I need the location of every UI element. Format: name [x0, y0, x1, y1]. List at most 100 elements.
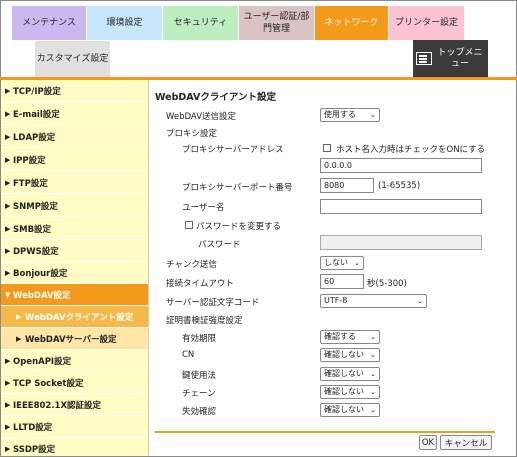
- tab-label: セキュリティ: [173, 18, 228, 28]
- triangle-right-icon: ▶: [5, 132, 11, 141]
- page-title: WebDAVクライアント設定: [155, 92, 276, 103]
- cert-key-usage-label: 鍵使用法: [182, 371, 217, 381]
- hostname-checkbox-label: ホスト名入力時はチェックをONにする: [336, 145, 486, 155]
- sidebar-item-label: SMB設定: [13, 224, 52, 235]
- tab-maintenance[interactable]: メンテナンス: [12, 6, 87, 40]
- triangle-right-icon: ▶: [5, 246, 11, 255]
- change-password-label: パスワードを変更する: [196, 222, 282, 232]
- hostname-checkbox[interactable]: [323, 144, 331, 152]
- sidebar-item-lltd[interactable]: ▶ LLTD設定: [1, 416, 148, 438]
- sidebar-item-ftp[interactable]: ▶ FTP設定: [1, 172, 148, 194]
- timeout-input[interactable]: 60: [320, 274, 364, 289]
- select-value: しない: [324, 258, 348, 267]
- triangle-right-icon: ▶: [5, 378, 11, 387]
- cert-expiry-label: 有効期限: [182, 334, 217, 344]
- tab-environment[interactable]: 環境設定: [87, 6, 163, 40]
- cert-revocation-select[interactable]: 確認しない ⌄: [320, 403, 380, 417]
- sidebar-item-tcpip[interactable]: ▶ TCP/IP設定: [1, 80, 148, 102]
- tab-label: ネットワーク: [324, 18, 379, 28]
- chevron-down-icon: ⌄: [370, 351, 376, 359]
- triangle-right-icon: ▶: [5, 422, 11, 431]
- chevron-down-icon: ⌄: [354, 259, 360, 267]
- chevron-down-icon: ⌄: [417, 297, 423, 305]
- sidebar-item-label: WebDAVサーバー設定: [25, 334, 117, 345]
- cert-cn-select[interactable]: 確認しない ⌄: [320, 348, 380, 362]
- sidebar-item-openapi[interactable]: ▶ OpenAPI設定: [1, 350, 148, 372]
- tab-label: プリンター設定: [394, 18, 458, 28]
- main-panel: WebDAVクライアント設定 WebDAV送信設定 使用する ⌄ プロキシ設定 プ…: [150, 80, 515, 456]
- charset-select[interactable]: UTF-8 ⌄: [320, 294, 427, 308]
- triangle-right-icon: ▶: [5, 224, 11, 233]
- triangle-right-icon: ▶: [5, 444, 11, 453]
- cancel-button[interactable]: キャンセル: [440, 435, 492, 450]
- cert-key-usage-select[interactable]: 確認しない ⌄: [320, 367, 380, 381]
- proxy-port-range: (1-65535): [378, 181, 421, 191]
- sidebar-item-tcp-socket[interactable]: ▶ TCP Socket設定: [1, 372, 148, 394]
- user-name-label: ユーザー名: [182, 203, 225, 213]
- triangle-right-icon: ▶: [5, 155, 11, 164]
- cert-expiry-select[interactable]: 確認する ⌄: [320, 330, 380, 344]
- form-divider: [155, 431, 495, 433]
- change-password-checkbox[interactable]: [185, 221, 193, 229]
- cert-cn-label: CN: [182, 350, 195, 360]
- sidebar-item-smb[interactable]: ▶ SMB設定: [1, 218, 148, 240]
- sidebar-item-bonjour[interactable]: ▶ Bonjour設定: [1, 262, 148, 284]
- sidebar-item-ldap[interactable]: ▶ LDAP設定: [1, 126, 148, 148]
- sidebar-item-snmp[interactable]: ▶ SNMP設定: [1, 195, 148, 217]
- tab-customize[interactable]: カスタマイズ設定: [35, 41, 111, 77]
- proxy-address-label: プロキシサーバーアドレス: [182, 145, 284, 155]
- top-menu-button[interactable]: トップメニュー: [413, 40, 488, 77]
- select-value: 確認しない: [324, 350, 364, 359]
- timeout-unit: 秒(5-300): [367, 279, 407, 289]
- chevron-down-icon: ⌄: [370, 111, 376, 119]
- sidebar-item-label: WebDAV設定: [13, 290, 71, 301]
- chevron-down-icon: ⌄: [370, 388, 376, 396]
- sidebar-item-label: IEEE802.1X認証設定: [13, 400, 102, 411]
- chevron-down-icon: ⌄: [370, 370, 376, 378]
- sidebar-item-ssdp[interactable]: ▶ SSDP設定: [1, 438, 148, 456]
- sidebar-item-ipp[interactable]: ▶ IPP設定: [1, 149, 148, 171]
- sidebar-item-label: WebDAVクライアント設定: [25, 312, 134, 323]
- select-value: 確認しない: [324, 405, 364, 414]
- chevron-down-icon: ⌄: [370, 406, 376, 414]
- cert-revocation-label: 失効確認: [182, 407, 217, 417]
- cert-section-label: 証明書検証強度設定: [166, 316, 243, 326]
- select-value: 使用する: [324, 110, 356, 119]
- sidebar-item-ieee8021x[interactable]: ▶ IEEE802.1X認証設定: [1, 394, 148, 416]
- triangle-down-icon: ▼: [5, 290, 11, 299]
- tab-printer[interactable]: プリンター設定: [389, 6, 465, 40]
- triangle-right-icon: ▶: [16, 312, 22, 321]
- triangle-right-icon: ▶: [5, 178, 11, 187]
- select-value: UTF-8: [324, 296, 348, 305]
- top-menu-icon: [416, 52, 432, 65]
- tab-security[interactable]: セキュリティ: [163, 6, 239, 40]
- tab-network[interactable]: ネットワーク: [315, 6, 389, 40]
- proxy-port-input[interactable]: 8080: [320, 178, 374, 193]
- proxy-address-input[interactable]: 0.0.0.0: [320, 158, 482, 173]
- sidebar-item-webdav-server[interactable]: ▶ WebDAVサーバー設定: [1, 328, 148, 350]
- cert-chain-select[interactable]: 確認しない ⌄: [320, 385, 380, 399]
- triangle-right-icon: ▶: [5, 201, 11, 210]
- sidebar-item-email[interactable]: ▶ E-mail設定: [1, 103, 148, 125]
- tab-user-auth[interactable]: ユーザー認証/部門管理: [239, 6, 315, 40]
- chunk-select[interactable]: しない ⌄: [320, 256, 364, 270]
- chunk-label: チャンク送信: [166, 260, 217, 270]
- user-name-input[interactable]: [320, 199, 482, 214]
- password-input[interactable]: [320, 235, 482, 250]
- sidebar-item-label: Bonjour設定: [13, 268, 68, 279]
- tab-label: 環境設定: [106, 18, 143, 28]
- sidebar-item-label: IPP設定: [13, 155, 46, 166]
- tab-label: メンテナンス: [22, 18, 76, 28]
- triangle-right-icon: ▶: [16, 334, 22, 343]
- triangle-right-icon: ▶: [5, 400, 11, 409]
- timeout-label: 接続タイムアウト: [166, 279, 234, 289]
- sidebar-item-label: TCP/IP設定: [13, 86, 61, 97]
- sidebar-item-webdav-client[interactable]: ▶ WebDAVクライアント設定: [1, 306, 148, 328]
- sidebar-item-dpws[interactable]: ▶ DPWS設定: [1, 240, 148, 262]
- sidebar-item-label: TCP Socket設定: [13, 378, 84, 389]
- ok-button[interactable]: OK: [419, 435, 437, 450]
- webdav-send-select[interactable]: 使用する ⌄: [320, 108, 380, 122]
- password-label: パスワード: [198, 240, 241, 250]
- cert-chain-label: チェーン: [182, 389, 216, 399]
- sidebar-item-webdav[interactable]: ▼ WebDAV設定: [1, 284, 148, 306]
